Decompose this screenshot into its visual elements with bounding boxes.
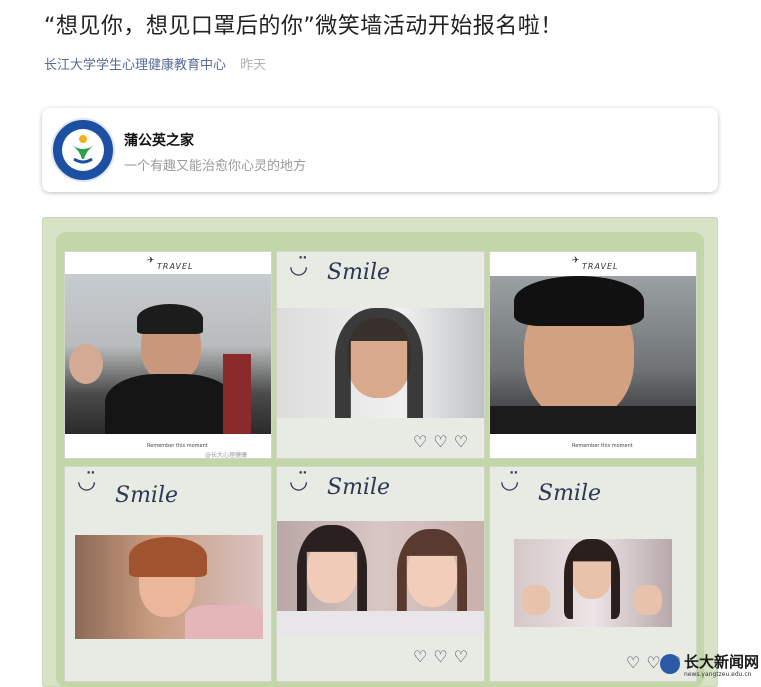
photo-caption: Remember this moment [147, 443, 208, 449]
smiley-face-icon: ◡̈ [289, 469, 309, 494]
logo-emblem [62, 129, 104, 171]
publish-date: 昨天 [240, 58, 267, 73]
photo-tile-4[interactable]: ◡̈ Smile [65, 467, 271, 681]
smile-label: Smile [538, 481, 602, 506]
hearts-icon: ♡♡♡ [413, 432, 475, 451]
hearts-icon: ♡♡♡ [413, 647, 475, 666]
tile-photo [277, 521, 484, 635]
photo-tile-6[interactable]: ◡̈ Smile ♡♡♡ [490, 467, 696, 681]
tile-photo [277, 308, 484, 418]
account-logo-icon [51, 118, 115, 182]
dandelion-figure-icon [72, 135, 94, 164]
travel-label: TRAVEL [157, 262, 194, 271]
smiley-face-icon: ◡̈ [289, 254, 309, 279]
paper-plane-icon: ✈ [147, 256, 155, 266]
smiley-face-icon: ◡̈ [500, 469, 520, 494]
account-card[interactable]: 蒲公英之家 一个有趣又能治愈你心灵的地方 [42, 108, 718, 192]
source-link[interactable]: 长江大学学生心理健康教育中心 [44, 58, 226, 73]
tile-photo [490, 276, 696, 434]
tile-photo [65, 274, 271, 434]
news-site-badge-icon [660, 654, 680, 674]
photo-tile-2[interactable]: ◡̈ Smile ♡♡♡ [277, 252, 484, 458]
photo-caption: Remember this moment [572, 443, 633, 449]
site-watermark-url: news.yangtzeu.edu.cn [684, 671, 752, 678]
smile-label: Smile [327, 260, 391, 285]
smile-label: Smile [327, 475, 391, 500]
photo-tile-1[interactable]: ✈ TRAVEL Remember this moment @长大心理健康 [65, 252, 271, 458]
tile-photo [75, 535, 263, 639]
photo-tile-3[interactable]: ✈ TRAVEL Remember this moment [490, 252, 696, 458]
smile-label: Smile [115, 483, 179, 508]
smiley-face-icon: ◡̈ [77, 469, 97, 494]
site-watermark-name: 长大新闻网 [684, 653, 760, 671]
weibo-watermark: @长大心理健康 [205, 452, 248, 458]
account-name: 蒲公英之家 [124, 133, 194, 149]
paper-plane-icon: ✈ [572, 256, 580, 266]
travel-label: TRAVEL [582, 262, 619, 271]
tile-photo [514, 539, 672, 627]
article-title: “想见你，想见口罩后的你”微笑墙活动开始报名啦！ [44, 14, 563, 39]
article-meta: 长江大学学生心理健康教育中心 昨天 [44, 54, 266, 73]
account-description: 一个有趣又能治愈你心灵的地方 [124, 159, 307, 174]
photo-tile-5[interactable]: ◡̈ Smile ♡♡♡ [277, 467, 484, 681]
